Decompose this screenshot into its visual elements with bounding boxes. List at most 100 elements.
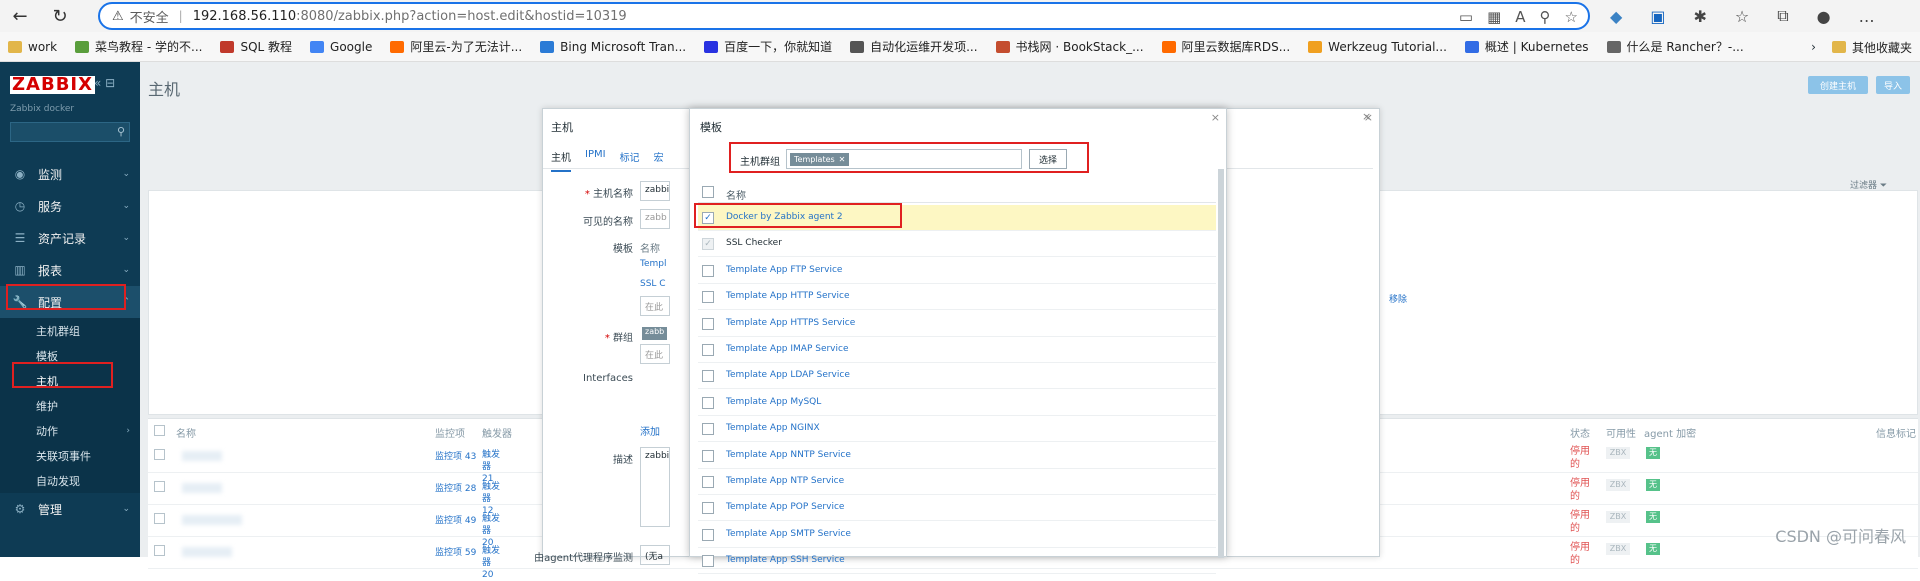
status-disabled[interactable]: 停用的 [1570,445,1590,471]
items-link[interactable]: 监控项 59 [435,545,476,558]
template-row[interactable]: Template App HTTP Service [698,284,1216,310]
screen-icon[interactable]: ▭ [1459,8,1473,26]
status-disabled[interactable]: 停用的 [1570,509,1590,535]
template-checkbox[interactable] [702,344,714,356]
collapse-sidebar-icon[interactable]: « ⊟ [94,76,115,90]
group-search-input[interactable]: 在此输 [640,344,670,364]
submenu-host-groups[interactable]: 主机群组 [0,318,140,343]
bookmark-item[interactable]: 阿里云数据库RDS... [1162,38,1291,55]
bookmark-item[interactable]: work [8,40,57,54]
items-link[interactable]: 监控项 28 [435,481,476,494]
template-name[interactable]: Template App NTP Service [726,476,844,486]
other-bookmarks[interactable]: 其他收藏夹 [1832,39,1912,56]
template-checkbox[interactable] [702,529,714,541]
template-checkbox[interactable] [702,450,714,462]
bookmark-item[interactable]: 百度一下，你就知道 [704,38,832,55]
host-dialog-right-close[interactable]: × [1362,110,1371,123]
template-row[interactable]: Template App NTP Service [698,469,1216,495]
row-checkbox[interactable] [154,449,165,460]
template-checkbox[interactable] [702,318,714,330]
template-checkbox[interactable] [702,502,714,514]
items-link[interactable]: 监控项 43 [435,449,476,462]
column-name[interactable]: 名称 [176,425,196,440]
create-host-button[interactable]: 创建主机 [1808,76,1868,94]
bookmark-item[interactable]: 自动化运维开发项... [850,38,977,55]
template-row[interactable]: Template App SSH Service [698,548,1216,574]
visible-name-input[interactable]: zabb [640,209,670,229]
bookmark-item[interactable]: 概述 | Kubernetes [1465,38,1589,55]
bookmark-item[interactable]: Werkzeug Tutorial... [1308,40,1447,54]
template-row[interactable]: Template App LDAP Service [698,363,1216,389]
template-checkbox[interactable] [702,265,714,277]
linked-template-link[interactable]: Templ [640,259,667,269]
refresh-icon[interactable]: ↻ [40,0,80,32]
triggers-link[interactable]: 触发器 20 [482,545,504,581]
select-all-checkbox[interactable] [154,425,165,436]
read-aloud-icon[interactable]: A [1515,8,1525,26]
back-icon[interactable]: ← [0,0,40,32]
select-all-checkbox[interactable] [702,186,714,198]
items-link[interactable]: 监控项 49 [435,513,476,526]
template-checkbox[interactable] [702,423,714,435]
submenu-discovery[interactable]: 自动发现 [0,468,140,493]
submenu-actions[interactable]: 动作› [0,418,140,443]
submenu-maintenance[interactable]: 维护 [0,393,140,418]
row-checkbox[interactable] [154,481,165,492]
proxy-select[interactable]: (无a [640,545,670,565]
template-row[interactable]: Template App NGINX [698,416,1216,442]
apps-icon[interactable]: ▦ [1487,8,1501,26]
template-checkbox[interactable] [702,370,714,382]
row-checkbox[interactable] [154,545,165,556]
template-row[interactable]: Template App SMTP Service [698,522,1216,548]
template-name[interactable]: Template App SMTP Service [726,529,851,539]
template-checkbox[interactable] [702,291,714,303]
search-icon[interactable]: ⚲ [117,125,125,138]
extension-shield-icon[interactable]: ◆ [1610,7,1622,26]
zabbix-logo[interactable]: ZABBIX [10,76,95,94]
bookmark-item[interactable]: 阿里云-为了无法计... [390,38,522,55]
import-button[interactable]: 导入 [1876,76,1910,94]
submenu-event-correlation[interactable]: 关联项事件 [0,443,140,468]
zoom-icon[interactable]: ⚲ [1540,8,1551,26]
bookmark-item[interactable]: Google [310,40,372,54]
column-status[interactable]: 状态 [1570,425,1590,440]
add-interface-link[interactable]: 添加 [640,423,660,438]
collections-icon[interactable]: ⧉ [1777,6,1788,26]
close-icon[interactable]: × [1211,111,1220,124]
status-disabled[interactable]: 停用的 [1570,477,1590,503]
scrollbar[interactable] [1218,169,1224,558]
bookmark-item[interactable]: 什么是 Rancher？-... [1607,38,1744,55]
template-checkbox[interactable] [702,397,714,409]
template-row[interactable]: Template App MySQL [698,390,1216,416]
template-name[interactable]: Template App IMAP Service [726,344,849,354]
template-row[interactable]: Template App IMAP Service [698,337,1216,363]
menu-reports[interactable]: ▥报表⌄ [0,254,140,286]
template-row[interactable]: Template App POP Service [698,495,1216,521]
template-name[interactable]: Template App HTTPS Service [726,318,855,328]
bookmark-item[interactable]: Bing Microsoft Tran... [540,40,686,54]
template-search-input[interactable]: 在此输 [640,296,670,316]
template-name[interactable]: Template App NNTP Service [726,450,851,460]
profile-avatar[interactable]: ● [1817,7,1831,26]
host-name-input[interactable]: zabbi [640,181,670,201]
template-name[interactable]: Template App MySQL [726,397,821,407]
row-checkbox[interactable] [154,513,165,524]
favorites-icon[interactable]: ☆ [1735,7,1749,26]
template-name[interactable]: Template App POP Service [726,502,844,512]
extensions-icon[interactable]: ✱ [1693,7,1706,26]
menu-services[interactable]: ◷服务⌄ [0,190,140,222]
template-name[interactable]: Template App HTTP Service [726,291,850,301]
template-name[interactable]: Template App FTP Service [726,265,842,275]
template-row[interactable]: Template App FTP Service [698,258,1216,284]
template-checkbox[interactable] [702,476,714,488]
remove-link[interactable]: 移除 [1389,292,1407,305]
template-row[interactable]: ✓SSL Checker [698,231,1216,257]
favorite-icon[interactable]: ☆ [1565,8,1578,26]
bookmark-item[interactable]: 菜鸟教程 - 学的不... [75,38,202,55]
extension-blue-icon[interactable]: ▣ [1650,7,1665,26]
address-bar[interactable]: ⚠ 不安全 | 192.168.56.110 :8080/zabbix.php?… [98,2,1590,30]
template-row[interactable]: Template App HTTPS Service [698,311,1216,337]
menu-monitoring[interactable]: ◉监测⌄ [0,158,140,190]
template-row[interactable]: Template App NNTP Service [698,443,1216,469]
bookmarks-overflow-icon[interactable]: › [1811,40,1816,54]
